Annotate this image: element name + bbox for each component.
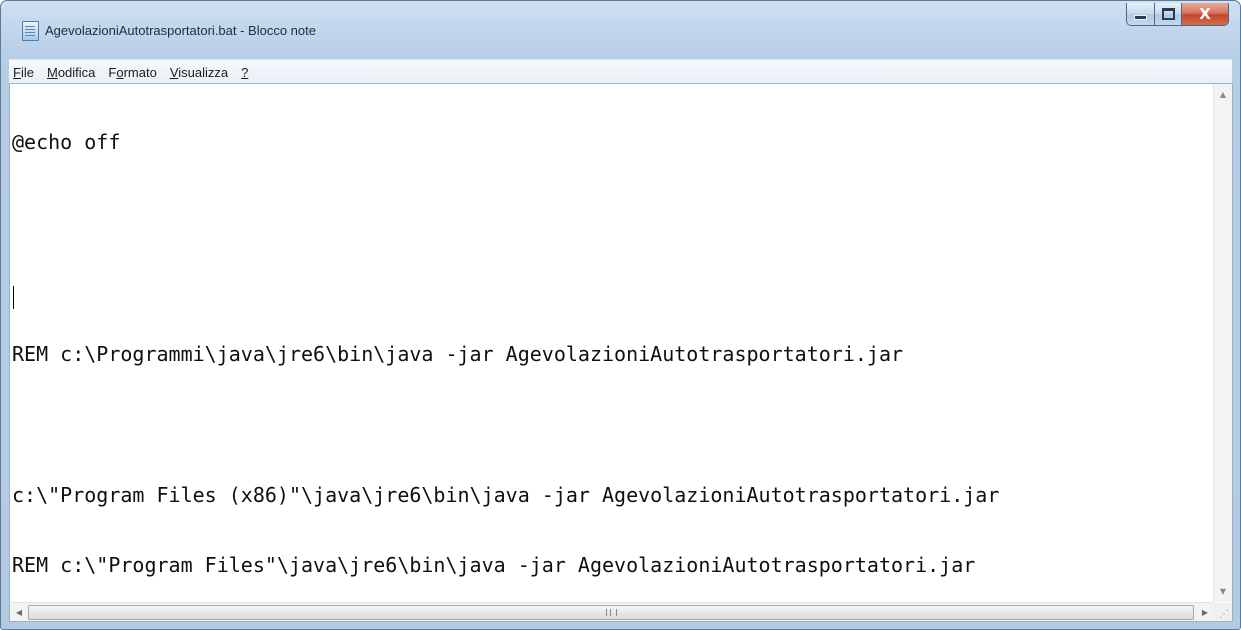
text-line: REM c:\Programmi\java\jre6\bin\java -jar…	[12, 341, 904, 366]
title-bar[interactable]: AgevolazioniAutotrasportatori.bat - Bloc…	[1, 1, 1240, 53]
menu-file-accel: F	[13, 64, 21, 80]
menu-help-accel: ?	[241, 64, 249, 80]
size-grip[interactable]	[1214, 603, 1232, 621]
horizontal-scroll-thumb[interactable]	[28, 605, 1194, 620]
vertical-scrollbar[interactable]: ▲ ▼	[1213, 84, 1232, 602]
menu-file-label: ile	[20, 64, 34, 80]
editor-area[interactable]: @echo off REM c:\Programmi\java\jre6\bin…	[9, 83, 1233, 622]
minimize-button[interactable]	[1126, 3, 1155, 26]
notepad-window: AgevolazioniAutotrasportatori.bat - Bloc…	[0, 0, 1241, 630]
menu-formato-label: rmato	[123, 64, 157, 80]
menu-modifica[interactable]: Modifica	[41, 65, 102, 80]
scroll-left-arrow-icon[interactable]: ◀	[10, 603, 28, 621]
text-line: c:\"Program Files (x86)"\java\jre6\bin\j…	[12, 482, 1000, 507]
menu-visualizza-label: isualizza	[178, 64, 229, 80]
menu-help[interactable]: ?	[235, 65, 255, 80]
notepad-icon[interactable]	[22, 21, 39, 41]
menu-bar: File Modifica Formato Visualizza ?	[9, 59, 1232, 84]
text-caret	[13, 286, 14, 309]
scroll-right-arrow-icon[interactable]: ▶	[1196, 603, 1214, 621]
text-line	[12, 413, 1210, 437]
text-line	[12, 272, 1210, 296]
menu-formato-accel: o	[116, 64, 124, 80]
menu-file[interactable]: File	[9, 65, 41, 80]
scroll-down-arrow-icon[interactable]: ▼	[1214, 583, 1232, 600]
window-controls: X	[1126, 3, 1229, 29]
menu-formato[interactable]: Formato	[102, 65, 163, 80]
horizontal-scrollbar[interactable]: ◀ ▶	[10, 602, 1214, 621]
menu-modifica-accel: M	[46, 64, 58, 80]
menu-visualizza-accel: V	[169, 64, 179, 80]
text-line: REM c:\"Program Files"\java\jre6\bin\jav…	[12, 553, 976, 577]
menu-visualizza[interactable]: Visualizza	[164, 65, 235, 80]
scroll-up-arrow-icon[interactable]: ▲	[1214, 86, 1232, 103]
maximize-button[interactable]	[1155, 3, 1182, 26]
text-content[interactable]: @echo off REM c:\Programmi\java\jre6\bin…	[12, 84, 1210, 602]
grip-icon	[605, 609, 617, 616]
maximize-icon	[1161, 8, 1175, 20]
close-button[interactable]: X	[1182, 3, 1229, 26]
close-icon: X	[1199, 5, 1211, 23]
menu-modifica-label: odifica	[57, 64, 96, 80]
window-title: AgevolazioniAutotrasportatori.bat - Bloc…	[45, 23, 316, 38]
minimize-icon	[1134, 15, 1147, 20]
text-line	[12, 202, 1210, 226]
text-line: @echo off	[12, 130, 121, 154]
